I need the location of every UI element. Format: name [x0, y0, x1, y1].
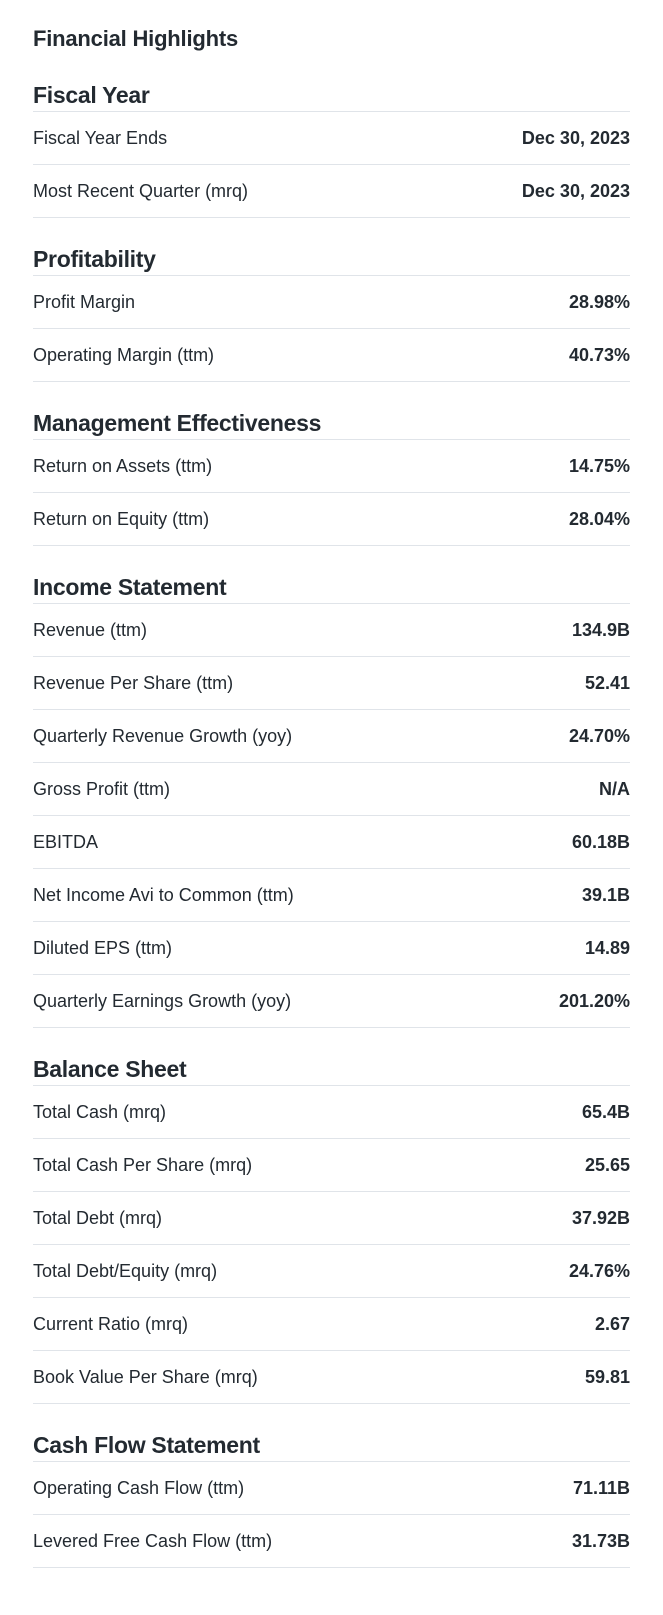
row-value: 14.75% [568, 456, 630, 476]
row-value: 14.89 [584, 938, 630, 958]
table-row: Revenue (ttm) 134.9B [33, 604, 630, 657]
row-label: Total Cash Per Share (mrq) [33, 1155, 253, 1175]
row-label: Return on Assets (ttm) [33, 456, 213, 476]
row-label: Operating Cash Flow (ttm) [33, 1478, 245, 1498]
row-label: Total Debt/Equity (mrq) [33, 1261, 218, 1281]
row-value: 201.20% [558, 991, 630, 1011]
table-row: Book Value Per Share (mrq) 59.81 [33, 1351, 630, 1404]
row-label: Revenue Per Share (ttm) [33, 673, 234, 693]
table-row: Return on Assets (ttm) 14.75% [33, 440, 630, 493]
sections-container: Fiscal Year Fiscal Year Ends Dec 30, 202… [33, 80, 630, 1568]
table-row: Quarterly Earnings Growth (yoy) 201.20% [33, 975, 630, 1028]
row-label: Total Debt (mrq) [33, 1208, 163, 1228]
section-fiscal-year: Fiscal Year Fiscal Year Ends Dec 30, 202… [33, 80, 630, 218]
section-income-statement: Income Statement Revenue (ttm) 134.9B Re… [33, 572, 630, 1028]
row-value: 59.81 [584, 1367, 630, 1387]
section-title: Balance Sheet [33, 1054, 630, 1086]
row-label: Diluted EPS (ttm) [33, 938, 173, 958]
row-value: N/A [599, 779, 630, 799]
row-label: Gross Profit (ttm) [33, 779, 171, 799]
table-row: Total Cash (mrq) 65.4B [33, 1086, 630, 1139]
row-value: Dec 30, 2023 [521, 181, 630, 201]
row-value: 134.9B [571, 620, 630, 640]
table-row: Gross Profit (ttm) N/A [33, 763, 630, 816]
table-row: Return on Equity (ttm) 28.04% [33, 493, 630, 546]
table-row: Current Ratio (mrq) 2.67 [33, 1298, 630, 1351]
table-row: Operating Margin (ttm) 40.73% [33, 329, 630, 382]
row-value: 40.73% [568, 345, 630, 365]
row-value: 65.4B [581, 1102, 630, 1122]
row-label: EBITDA [33, 832, 99, 852]
row-value: 71.11B [572, 1478, 630, 1498]
row-label: Most Recent Quarter (mrq) [33, 181, 249, 201]
row-label: Operating Margin (ttm) [33, 345, 215, 365]
row-label: Quarterly Earnings Growth (yoy) [33, 991, 292, 1011]
table-row: Most Recent Quarter (mrq) Dec 30, 2023 [33, 165, 630, 218]
table-row: Revenue Per Share (ttm) 52.41 [33, 657, 630, 710]
row-value: 24.70% [568, 726, 630, 746]
row-value: 39.1B [581, 885, 630, 905]
section-management-effectiveness: Management Effectiveness Return on Asset… [33, 408, 630, 546]
table-row: Fiscal Year Ends Dec 30, 2023 [33, 112, 630, 165]
row-value: 52.41 [584, 673, 630, 693]
row-value: 28.98% [568, 292, 630, 312]
section-title: Income Statement [33, 572, 630, 604]
section-title: Fiscal Year [33, 80, 630, 112]
table-row: Net Income Avi to Common (ttm) 39.1B [33, 869, 630, 922]
row-value: 31.73B [571, 1531, 630, 1551]
table-row: Levered Free Cash Flow (ttm) 31.73B [33, 1515, 630, 1568]
row-value: Dec 30, 2023 [521, 128, 630, 148]
row-value: 25.65 [584, 1155, 630, 1175]
row-value: 2.67 [594, 1314, 630, 1334]
row-value: 37.92B [571, 1208, 630, 1228]
section-balance-sheet: Balance Sheet Total Cash (mrq) 65.4B Tot… [33, 1054, 630, 1404]
table-row: Quarterly Revenue Growth (yoy) 24.70% [33, 710, 630, 763]
row-label: Return on Equity (ttm) [33, 509, 210, 529]
page-title: Financial Highlights [33, 26, 239, 51]
row-label: Total Cash (mrq) [33, 1102, 167, 1122]
row-label: Levered Free Cash Flow (ttm) [33, 1531, 273, 1551]
section-title: Management Effectiveness [33, 408, 630, 440]
row-label: Fiscal Year Ends [33, 128, 168, 148]
row-value: 24.76% [568, 1261, 630, 1281]
section-cash-flow-statement: Cash Flow Statement Operating Cash Flow … [33, 1430, 630, 1568]
row-label: Net Income Avi to Common (ttm) [33, 885, 294, 905]
table-row: EBITDA 60.18B [33, 816, 630, 869]
table-row: Operating Cash Flow (ttm) 71.11B [33, 1462, 630, 1515]
table-row: Total Debt/Equity (mrq) 24.76% [33, 1245, 630, 1298]
row-label: Current Ratio (mrq) [33, 1314, 189, 1334]
section-title: Cash Flow Statement [33, 1430, 630, 1462]
row-value: 28.04% [568, 509, 630, 529]
table-row: Total Cash Per Share (mrq) 25.65 [33, 1139, 630, 1192]
row-label: Quarterly Revenue Growth (yoy) [33, 726, 293, 746]
table-row: Total Debt (mrq) 37.92B [33, 1192, 630, 1245]
section-title: Profitability [33, 244, 630, 276]
row-label: Profit Margin [33, 292, 136, 312]
row-label: Book Value Per Share (mrq) [33, 1367, 258, 1387]
row-value: 60.18B [571, 832, 630, 852]
table-row: Profit Margin 28.98% [33, 276, 630, 329]
section-profitability: Profitability Profit Margin 28.98% Opera… [33, 244, 630, 382]
row-label: Revenue (ttm) [33, 620, 148, 640]
table-row: Diluted EPS (ttm) 14.89 [33, 922, 630, 975]
